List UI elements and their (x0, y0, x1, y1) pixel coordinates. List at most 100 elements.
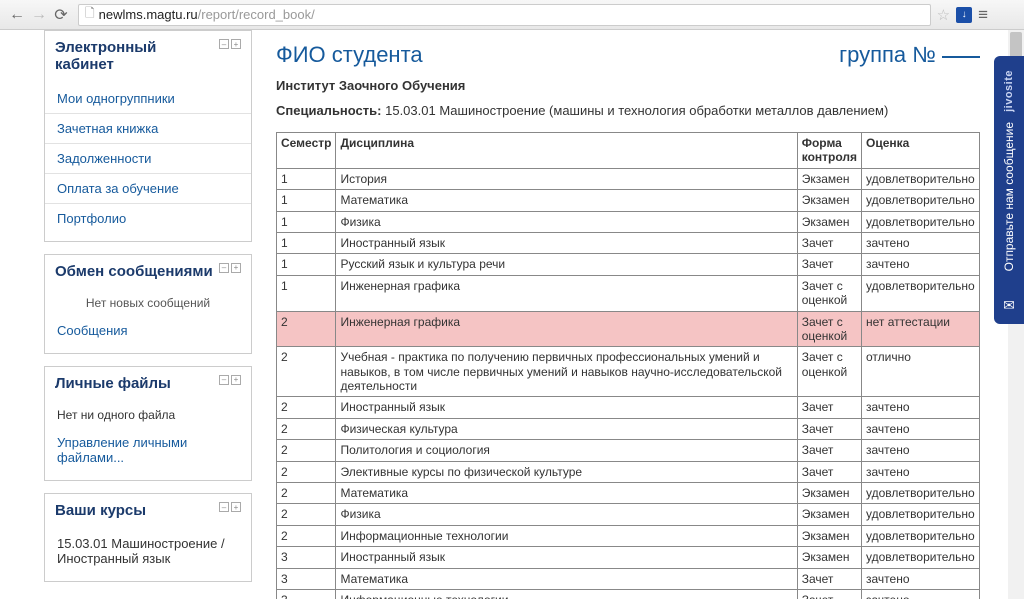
cell-sem: 2 (277, 504, 336, 525)
settings-icon[interactable]: + (231, 375, 241, 385)
cell-form: Зачет (797, 254, 861, 275)
table-row: 1МатематикаЭкзаменудовлетворительно (277, 190, 980, 211)
cell-sem: 2 (277, 311, 336, 347)
sidebar-link[interactable]: Зачетная книжка (45, 114, 251, 143)
cell-disc: Математика (336, 568, 797, 589)
col-grade: Оценка (862, 133, 980, 169)
cell-form: Экзамен (797, 483, 861, 504)
envelope-icon: ✉ (1003, 297, 1015, 314)
cell-disc: История (336, 168, 797, 189)
url-bar[interactable]: 🗋 newlms.magtu.ru/report/record_book/ (78, 4, 931, 26)
cell-grade: зачтено (862, 254, 980, 275)
cell-sem: 2 (277, 525, 336, 546)
cell-grade: зачтено (862, 568, 980, 589)
table-row: 1ИсторияЭкзаменудовлетворительно (277, 168, 980, 189)
col-semester: Семестр (277, 133, 336, 169)
cell-sem: 1 (277, 232, 336, 253)
course-link[interactable]: 15.03.01 Машиностроение / Иностранный яз… (45, 529, 251, 573)
cell-disc: Информационные технологии (336, 525, 797, 546)
table-row: 2Инженерная графикаЗачет с оценкойнет ат… (277, 311, 980, 347)
cell-form: Зачет (797, 418, 861, 439)
collapse-icon[interactable]: – (219, 39, 229, 49)
sidebar-link[interactable]: Портфолио (45, 204, 251, 233)
table-row: 1Иностранный языкЗачетзачтено (277, 232, 980, 253)
page-icon: 🗋 (85, 4, 95, 25)
chat-text: Отправьте нам сообщение (1002, 116, 1016, 289)
sidebar-link[interactable]: Задолженности (45, 144, 251, 173)
cell-sem: 1 (277, 211, 336, 232)
browser-menu-icon[interactable]: ≡ (978, 5, 988, 25)
cell-form: Зачет (797, 232, 861, 253)
cell-sem: 1 (277, 254, 336, 275)
cell-form: Зачет (797, 440, 861, 461)
sidebar-link-messages[interactable]: Сообщения (45, 316, 251, 345)
block-title: Ваши курсы (55, 502, 146, 519)
table-row: 1Инженерная графикаЗачет с оценкойудовле… (277, 275, 980, 311)
sidebar-link-managefiles[interactable]: Управление личными файлами... (45, 428, 251, 472)
cell-form: Экзамен (797, 547, 861, 568)
cell-grade: зачтено (862, 418, 980, 439)
block-messages: Обмен сообщениями – + Нет новых сообщени… (44, 254, 252, 354)
sidebar-link[interactable]: Мои одногруппники (45, 84, 251, 113)
cell-form: Зачет с оценкой (797, 347, 861, 397)
cell-sem: 1 (277, 275, 336, 311)
table-row: 2Политология и социологияЗачетзачтено (277, 440, 980, 461)
cell-disc: Физика (336, 211, 797, 232)
grades-table: Семестр Дисциплина Форма контроля Оценка… (276, 132, 980, 599)
cell-grade: удовлетворительно (862, 190, 980, 211)
chat-widget[interactable]: jivosite Отправьте нам сообщение ✉ (994, 56, 1024, 324)
main-content: ФИО студента группа № Институт Заочного … (262, 30, 980, 599)
collapse-icon[interactable]: – (219, 375, 229, 385)
download-icon[interactable]: ↓ (956, 7, 972, 23)
table-row: 1ФизикаЭкзаменудовлетворительно (277, 211, 980, 232)
cell-form: Экзамен (797, 504, 861, 525)
cell-form: Зачет с оценкой (797, 275, 861, 311)
table-row: 2Иностранный языкЗачетзачтено (277, 397, 980, 418)
cell-form: Зачет с оценкой (797, 311, 861, 347)
chat-brand: jivosite (1003, 66, 1015, 116)
settings-icon[interactable]: + (231, 39, 241, 49)
table-row: 3Информационные технологииЗачетзачтено (277, 589, 980, 599)
settings-icon[interactable]: + (231, 263, 241, 273)
forward-button[interactable]: → (28, 4, 50, 26)
cell-form: Зачет (797, 589, 861, 599)
table-row: 2Элективные курсы по физической культуре… (277, 461, 980, 482)
cell-form: Экзамен (797, 525, 861, 546)
cell-disc: Математика (336, 483, 797, 504)
cell-grade: удовлетворительно (862, 275, 980, 311)
cell-disc: Физика (336, 504, 797, 525)
block-courses: Ваши курсы – + 15.03.01 Машиностроение /… (44, 493, 252, 582)
institute-name: Институт Заочного Обучения (276, 78, 980, 93)
table-row: 2Физическая культураЗачетзачтено (277, 418, 980, 439)
block-files: Личные файлы – + Нет ни одного файла Упр… (44, 366, 252, 481)
cell-grade: зачтено (862, 232, 980, 253)
collapse-icon[interactable]: – (219, 502, 229, 512)
cell-sem: 2 (277, 347, 336, 397)
cell-grade: отлично (862, 347, 980, 397)
table-header-row: Семестр Дисциплина Форма контроля Оценка (277, 133, 980, 169)
block-title: Электронный кабинет (55, 39, 219, 74)
cell-disc: Инженерная графика (336, 275, 797, 311)
bookmark-icon[interactable]: ☆ (937, 6, 950, 24)
cell-disc: Элективные курсы по физической культуре (336, 461, 797, 482)
cell-disc: Иностранный язык (336, 547, 797, 568)
table-row: 2ФизикаЭкзаменудовлетворительно (277, 504, 980, 525)
cell-grade: удовлетворительно (862, 525, 980, 546)
speciality: Специальность: 15.03.01 Машиностроение (… (276, 103, 980, 118)
back-button[interactable]: ← (6, 4, 28, 26)
table-row: 1Русский язык и культура речиЗачетзачтен… (277, 254, 980, 275)
cell-form: Зачет (797, 461, 861, 482)
cell-disc: Учебная - практика по получению первичны… (336, 347, 797, 397)
settings-icon[interactable]: + (231, 502, 241, 512)
collapse-icon[interactable]: – (219, 263, 229, 273)
cell-sem: 2 (277, 440, 336, 461)
cell-grade: удовлетворительно (862, 504, 980, 525)
block-title: Обмен сообщениями (55, 263, 213, 280)
cell-form: Зачет (797, 568, 861, 589)
cell-grade: удовлетворительно (862, 483, 980, 504)
sidebar-link[interactable]: Оплата за обучение (45, 174, 251, 203)
reload-button[interactable]: ⟳ (50, 4, 72, 26)
cell-form: Экзамен (797, 168, 861, 189)
cell-disc: Информационные технологии (336, 589, 797, 599)
url-path: /report/record_book/ (198, 7, 315, 22)
